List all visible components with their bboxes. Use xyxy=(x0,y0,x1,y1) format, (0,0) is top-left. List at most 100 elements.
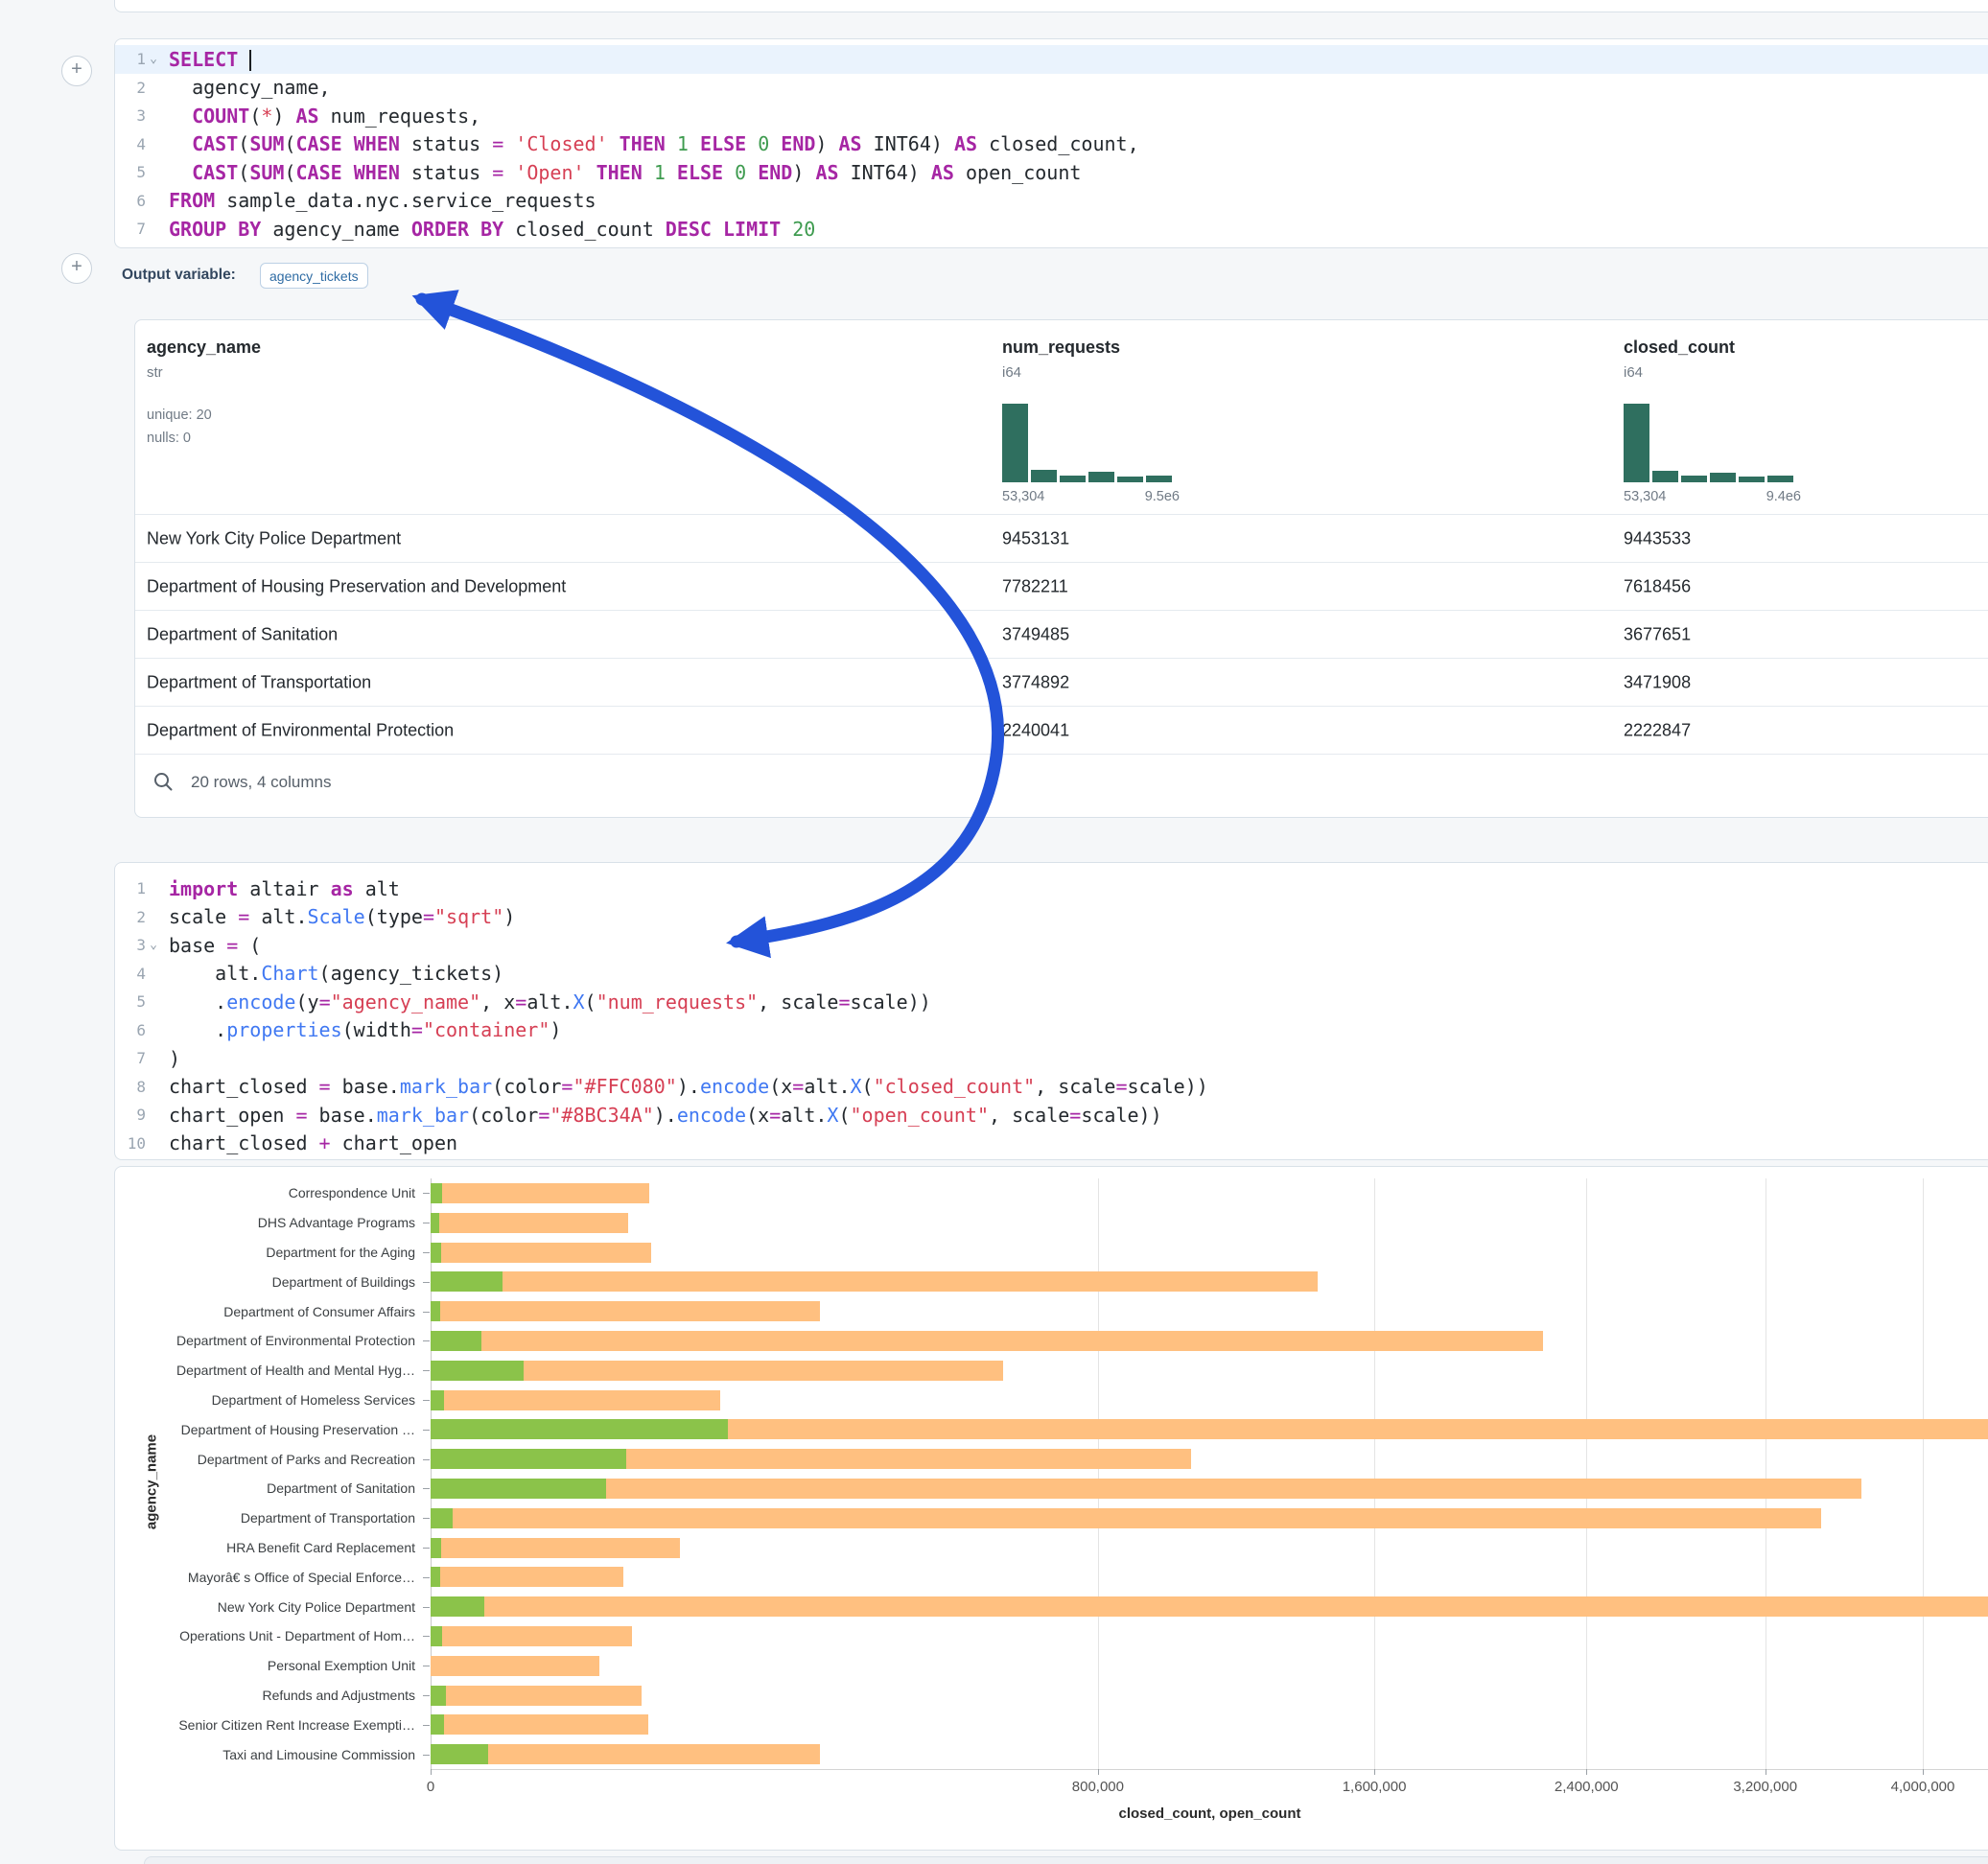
x-tick-label: 2,400,000 xyxy=(1519,1779,1653,1795)
table-cell: 7618456 xyxy=(1624,576,1691,596)
column-name: closed_count xyxy=(1624,338,1735,358)
table-cell: 3749485 xyxy=(1002,624,1069,644)
code-line[interactable]: 8chart_closed = base.mark_bar(color="#FF… xyxy=(115,1073,1988,1102)
table-cell: 9453131 xyxy=(1002,528,1069,548)
bar-open_count xyxy=(431,1419,728,1439)
bar-open_count xyxy=(431,1479,606,1499)
table-cell: 3774892 xyxy=(1002,672,1069,692)
table-cell: New York City Police Department xyxy=(147,528,401,548)
bar-closed_count xyxy=(431,1596,1988,1617)
code-line[interactable]: 7) xyxy=(115,1044,1988,1073)
output-variable-pill[interactable]: agency_tickets xyxy=(260,263,368,289)
category-label: Mayorâ€ s Office of Special Enforce… xyxy=(115,1570,415,1585)
table-row-count: 20 rows, 4 columns xyxy=(191,773,331,792)
table-row[interactable]: Department of Environmental Protection22… xyxy=(135,706,1988,754)
histogram-bar xyxy=(1031,470,1057,482)
code-line[interactable]: 4 alt.Chart(agency_tickets) xyxy=(115,960,1988,989)
code-line[interactable]: 1import altair as alt xyxy=(115,874,1988,903)
x-tick-mark xyxy=(1586,1769,1587,1775)
code-line[interactable]: 7GROUP BY agency_name ORDER BY closed_co… xyxy=(115,215,1988,244)
gridline xyxy=(1586,1178,1587,1769)
table-cell: 2240041 xyxy=(1002,720,1069,740)
category-label: DHS Advantage Programs xyxy=(115,1215,415,1230)
bar-open_count xyxy=(431,1390,444,1410)
add-cell-button-middle[interactable]: + xyxy=(61,253,92,284)
line-number: 9 xyxy=(117,1106,146,1124)
y-tick-mark xyxy=(423,1193,430,1194)
category-label: Department of Sanitation xyxy=(115,1480,415,1496)
code-line[interactable]: 9chart_open = base.mark_bar(color="#8BC3… xyxy=(115,1101,1988,1130)
bar-open_count xyxy=(431,1183,442,1203)
chevron-down-icon[interactable]: ⌄ xyxy=(146,941,161,950)
table-body: New York City Police Department 9453131 94… xyxy=(135,514,1988,755)
y-tick-mark xyxy=(423,1370,430,1371)
y-tick-mark xyxy=(423,1312,430,1313)
code-line[interactable]: 3⌄base = ( xyxy=(115,931,1988,960)
table-row[interactable]: New York City Police Department 9453131 94… xyxy=(135,514,1988,562)
table-row[interactable]: Department of Housing Preservation and D… xyxy=(135,562,1988,610)
x-tick-label: 1,600,000 xyxy=(1307,1779,1441,1795)
category-label: Department of Housing Preservation … xyxy=(115,1422,415,1437)
gridline xyxy=(1098,1178,1099,1769)
x-tick-label: 3,200,000 xyxy=(1698,1779,1833,1795)
histogram-bar xyxy=(1710,473,1736,482)
bar-closed_count xyxy=(431,1656,599,1676)
table-row[interactable]: Department of Transportation377489234719… xyxy=(135,658,1988,706)
sql-code-editor[interactable]: 1⌄SELECT 2 agency_name,3 COUNT(*) AS num… xyxy=(115,39,1988,247)
code-line[interactable]: 2scale = alt.Scale(type="sqrt") xyxy=(115,903,1988,932)
histogram-min-label: 53,304 xyxy=(1002,489,1044,504)
table-header: agency_namestrunique: 20nulls: 0num_requ… xyxy=(135,320,1988,514)
code-line[interactable]: 6 .properties(width="container") xyxy=(115,1016,1988,1045)
table-row[interactable]: Department of Sanitation37494853677651 xyxy=(135,610,1988,658)
column-meta: unique: 20 xyxy=(147,408,212,423)
x-tick-label: 800,000 xyxy=(1031,1779,1165,1795)
code-line[interactable]: 4 CAST(SUM(CASE WHEN status = 'Closed' T… xyxy=(115,130,1988,159)
column-name: num_requests xyxy=(1002,338,1120,358)
code-line[interactable]: 10chart_closed + chart_open xyxy=(115,1130,1988,1158)
x-tick-mark xyxy=(1374,1769,1375,1775)
table-cell: 2222847 xyxy=(1624,720,1691,740)
chevron-down-icon[interactable]: ⌄ xyxy=(146,55,161,64)
column-type: i64 xyxy=(1624,364,1643,381)
category-label: Department of Consumer Affairs xyxy=(115,1304,415,1319)
category-label: Department of Transportation xyxy=(115,1510,415,1526)
gridline xyxy=(1923,1178,1924,1769)
table-cell: 7782211 xyxy=(1002,576,1068,596)
line-number: 2 xyxy=(117,908,146,926)
bar-open_count xyxy=(431,1567,440,1587)
histogram-bar xyxy=(1624,404,1649,482)
category-label: Department of Environmental Protection xyxy=(115,1333,415,1348)
code-line[interactable]: 1⌄SELECT xyxy=(115,45,1988,74)
bar-open_count xyxy=(431,1686,446,1706)
table-cell: Department of Housing Preservation and D… xyxy=(147,576,566,596)
y-tick-mark xyxy=(423,1430,430,1431)
code-line[interactable]: 2 agency_name, xyxy=(115,74,1988,103)
y-tick-mark xyxy=(423,1340,430,1341)
bar-closed_count xyxy=(431,1331,1543,1351)
code-line[interactable]: 5 .encode(y="agency_name", x=alt.X("num_… xyxy=(115,988,1988,1016)
column-meta: nulls: 0 xyxy=(147,431,191,446)
y-tick-mark xyxy=(423,1577,430,1578)
histogram-bar xyxy=(1146,476,1172,482)
code-line[interactable]: 6FROM sample_data.nyc.service_requests xyxy=(115,187,1988,216)
bar-closed_count xyxy=(431,1686,642,1706)
line-number: 10 xyxy=(117,1134,146,1153)
python-code-editor[interactable]: 1import altair as alt2scale = alt.Scale(… xyxy=(115,863,1988,1159)
table-cell: 9443533 xyxy=(1624,528,1691,548)
previous-cell-edge xyxy=(114,0,1988,12)
bar-closed_count xyxy=(431,1243,651,1263)
table-cell: 3471908 xyxy=(1624,672,1691,692)
category-label: Refunds and Adjustments xyxy=(115,1688,415,1703)
bar-open_count xyxy=(431,1243,441,1263)
bar-closed_count xyxy=(431,1301,820,1321)
code-line[interactable]: 3 COUNT(*) AS num_requests, xyxy=(115,102,1988,130)
y-tick-mark xyxy=(423,1755,430,1756)
add-cell-button-top[interactable]: + xyxy=(61,56,92,86)
line-number: 8 xyxy=(117,1078,146,1096)
search-icon[interactable] xyxy=(152,771,174,792)
bar-closed_count xyxy=(431,1213,628,1233)
chart-x-axis-title: closed_count, open_count xyxy=(431,1806,1988,1822)
bar-open_count xyxy=(431,1626,442,1646)
line-number: 2 xyxy=(117,79,146,97)
code-line[interactable]: 5 CAST(SUM(CASE WHEN status = 'Open' THE… xyxy=(115,158,1988,187)
